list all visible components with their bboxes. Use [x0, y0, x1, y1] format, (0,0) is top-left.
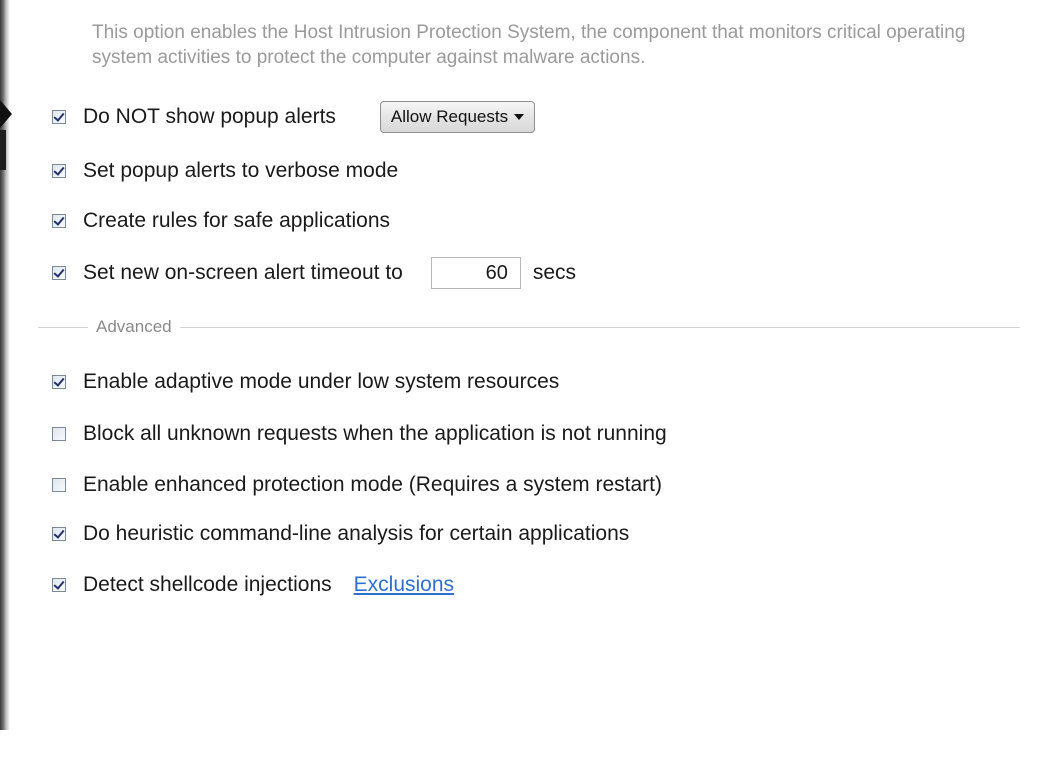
divider-line-left [38, 326, 88, 328]
option-heuristic-row: Do heuristic command-line analysis for c… [52, 518, 629, 550]
enhanced-label[interactable]: Enable enhanced protection mode (Require… [83, 473, 662, 497]
panel-edge-marker [0, 130, 6, 170]
timeout-input[interactable] [430, 257, 521, 289]
window-left-edge [0, 0, 12, 730]
enhanced-checkbox[interactable] [52, 478, 66, 492]
option-adaptive-row: Enable adaptive mode under low system re… [52, 366, 559, 398]
heuristic-label[interactable]: Do heuristic command-line analysis for c… [83, 522, 629, 546]
hips-settings-panel: This option enables the Host Intrusion P… [0, 0, 1042, 760]
adaptive-checkbox[interactable] [52, 375, 66, 389]
timeout-checkbox[interactable] [52, 266, 66, 280]
popup-action-dropdown-value: Allow Requests [390, 107, 509, 126]
exclusions-link[interactable]: Exclusions [354, 573, 454, 597]
panel-arrow-indicator [0, 100, 12, 128]
no-popup-label[interactable]: Do NOT show popup alerts [83, 105, 336, 129]
block-unknown-label[interactable]: Block all unknown requests when the appl… [83, 422, 667, 446]
chevron-down-icon [514, 114, 525, 120]
popup-action-dropdown[interactable]: Allow Requests [379, 101, 536, 133]
divider-line-right [179, 326, 1020, 328]
no-popup-checkbox[interactable] [52, 110, 66, 124]
verbose-label[interactable]: Set popup alerts to verbose mode [83, 159, 398, 183]
timeout-unit-label: secs [532, 261, 577, 284]
block-unknown-checkbox[interactable] [52, 427, 66, 441]
adaptive-label[interactable]: Enable adaptive mode under low system re… [83, 370, 559, 394]
option-enhanced-row: Enable enhanced protection mode (Require… [52, 469, 662, 501]
shellcode-checkbox[interactable] [52, 578, 66, 592]
option-no-popup-row: Do NOT show popup alerts Allow Requests [52, 101, 536, 133]
advanced-section-divider: Advanced [38, 316, 1020, 338]
option-shellcode-row: Detect shellcode injections Exclusions [52, 569, 454, 601]
safe-rules-checkbox[interactable] [52, 214, 66, 228]
timeout-label[interactable]: Set new on-screen alert timeout to [83, 261, 403, 285]
verbose-checkbox[interactable] [52, 164, 66, 178]
shellcode-label[interactable]: Detect shellcode injections [83, 573, 332, 597]
option-timeout-row: Set new on-screen alert timeout to secs [52, 257, 576, 289]
option-verbose-row: Set popup alerts to verbose mode [52, 155, 398, 187]
option-safe-rules-row: Create rules for safe applications [52, 205, 390, 237]
hips-description: This option enables the Host Intrusion P… [92, 22, 966, 68]
heuristic-checkbox[interactable] [52, 527, 66, 541]
advanced-section-title: Advanced [96, 317, 172, 336]
option-block-unknown-row: Block all unknown requests when the appl… [52, 418, 667, 450]
safe-rules-label[interactable]: Create rules for safe applications [83, 209, 390, 233]
